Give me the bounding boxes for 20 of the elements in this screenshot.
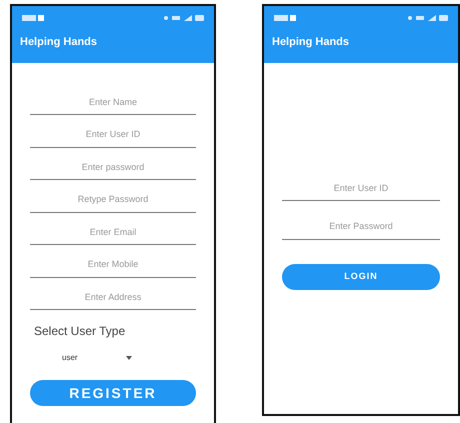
notification-icons: [20, 14, 46, 22]
app-title: Helping Hands: [20, 35, 98, 50]
input-field[interactable]: Retype Password: [30, 188, 196, 212]
caret-icon: [126, 356, 132, 360]
input-field[interactable]: Enter User ID: [30, 123, 196, 148]
register-button[interactable]: REGISTER: [30, 380, 196, 406]
input-field[interactable]: Enter Address: [30, 286, 196, 310]
app-title: Helping Hands: [272, 35, 350, 50]
status-icons: [406, 14, 450, 22]
notification-icons: [272, 14, 298, 22]
status-icons: [162, 14, 206, 22]
input-field[interactable]: Enter Password: [282, 215, 440, 240]
select-label: Select User Type: [34, 323, 126, 340]
user-type-dropdown[interactable]: user: [62, 352, 196, 364]
input-field[interactable]: Enter Name: [30, 90, 196, 115]
input-field[interactable]: Enter Mobile: [30, 253, 196, 278]
input-field[interactable]: Enter password: [30, 156, 196, 180]
input-field[interactable]: Enter User ID: [282, 176, 440, 201]
login-button[interactable]: LOGIN: [282, 264, 440, 290]
input-field[interactable]: Enter Email: [30, 220, 196, 245]
